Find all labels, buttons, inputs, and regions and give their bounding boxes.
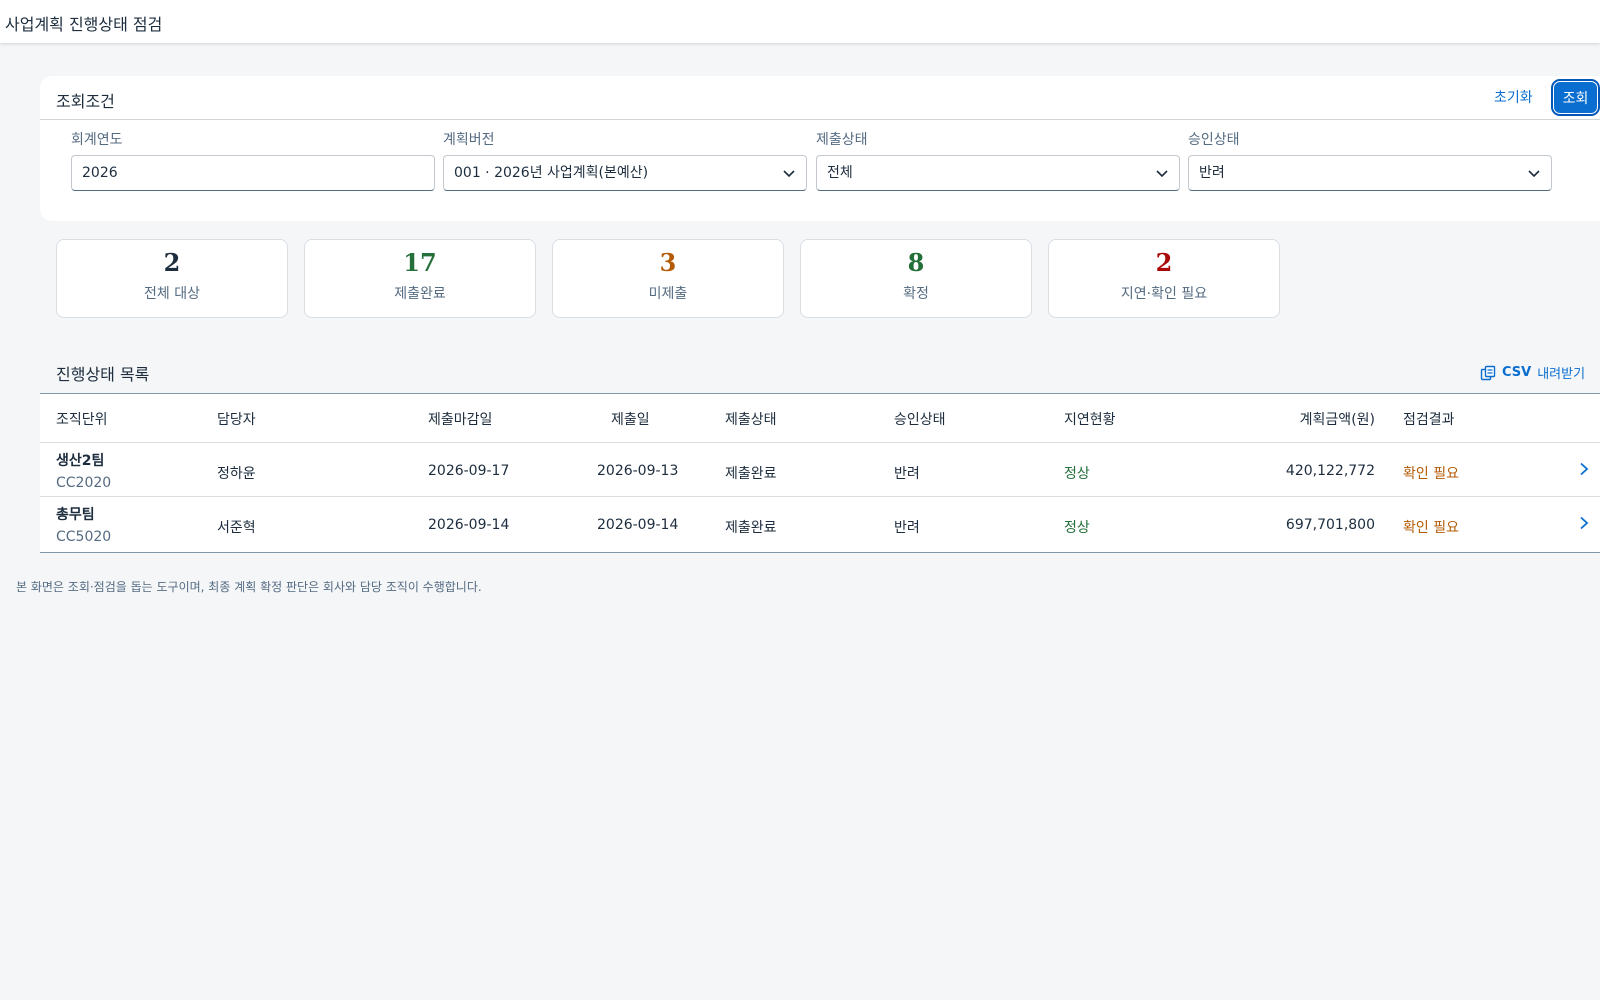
kpi-label: 미제출 [648, 286, 688, 302]
org-code: CC2020 [56, 475, 112, 491]
submitted-date: 2026-09-13 [597, 463, 679, 479]
plan-version-value: 001 · 2026년 사업계획(본예산) [454, 165, 649, 181]
submit-status: 제출완료 [725, 520, 777, 536]
deadline: 2026-09-17 [428, 463, 510, 479]
column-header[interactable]: 계획금액(원) [1300, 409, 1375, 429]
column-header[interactable]: 제출마감일 [428, 409, 492, 429]
filter-panel: 조회조건 초기화 조회 회계연도 2026 계획버전 001 · 2026년 사… [40, 76, 1600, 221]
kpi-label: 지연·확인 필요 [1120, 286, 1208, 302]
filter-title: 조회조건 [56, 92, 115, 111]
table-row[interactable]: 생산2팀 CC2020 정하윤 2026-09-17 2026-09-13 제출… [40, 443, 1600, 497]
approval-status-select[interactable]: 반려 [1188, 155, 1552, 191]
kpi-label: 확정 [903, 286, 929, 302]
kpi-label: 제출완료 [394, 286, 446, 302]
approval-status-field: 승인상태 반려 [1188, 129, 1552, 191]
search-button[interactable]: 조회 [1551, 79, 1600, 116]
app-title: 사업계획 진행상태 점검 [5, 15, 163, 34]
deadline: 2026-09-14 [428, 517, 510, 533]
owner: 정하윤 [217, 466, 256, 482]
plan-amount: 420,122,772 [1285, 463, 1375, 479]
fiscal-year-input[interactable]: 2026 [71, 155, 435, 191]
kpi-not-submitted: 3 미제출 [552, 239, 784, 318]
csv-label: CSV [1502, 365, 1532, 380]
fiscal-year-field: 회계연도 2026 [71, 129, 435, 191]
chevron-down-icon [1156, 170, 1168, 178]
plan-version-select[interactable]: 001 · 2026년 사업계획(본예산) [443, 155, 807, 191]
plan-amount: 697,701,800 [1285, 517, 1375, 533]
kpi-value: 17 [403, 248, 437, 277]
kpi-confirmed: 8 확정 [800, 239, 1032, 318]
submit-status: 제출완료 [725, 466, 777, 482]
disclaimer-text: 본 화면은 조회·점검을 돕는 도구이며, 최종 계획 확정 판단은 회사와 담… [16, 580, 482, 594]
reset-button[interactable]: 초기화 [1484, 85, 1543, 111]
chevron-right-icon[interactable] [1578, 462, 1590, 476]
column-header[interactable]: 승인상태 [894, 409, 946, 429]
list-title: 진행상태 목록 [56, 365, 150, 384]
org-name: 생산2팀 [56, 453, 105, 469]
submit-status-field: 제출상태 전체 [816, 129, 1180, 191]
fiscal-year-label: 회계연도 [71, 132, 123, 148]
approval-status-label: 승인상태 [1188, 132, 1240, 148]
plan-version-label: 계획버전 [443, 132, 495, 148]
submitted-date: 2026-09-14 [597, 517, 679, 533]
column-header[interactable]: 담당자 [217, 409, 256, 429]
chevron-down-icon [1528, 170, 1540, 178]
table-row[interactable]: 총무팀 CC5020 서준혁 2026-09-14 2026-09-14 제출완… [40, 497, 1600, 551]
spreadsheet-icon [1480, 365, 1496, 380]
csv-download-link[interactable]: CSV 내려받기 [1480, 363, 1585, 382]
org-code: CC5020 [56, 529, 112, 545]
kpi-label: 전체 대상 [144, 286, 200, 302]
check-result: 확인 필요 [1403, 520, 1459, 536]
column-header[interactable]: 조직단위 [56, 409, 108, 429]
kpi-delayed: 2 지연·확인 필요 [1048, 239, 1280, 318]
kpi-value: 8 [907, 248, 925, 277]
approval-status: 반려 [894, 520, 920, 536]
chevron-down-icon [783, 170, 795, 178]
check-result: 확인 필요 [1403, 466, 1459, 482]
chevron-right-icon[interactable] [1578, 516, 1590, 530]
table-header: 조직단위 담당자 제출마감일 제출일 제출상태 승인상태 지연현황 계획금액(원… [40, 394, 1600, 443]
column-header[interactable]: 지연현황 [1064, 409, 1116, 429]
kpi-total: 2 전체 대상 [56, 239, 288, 318]
column-header[interactable]: 제출일 [611, 409, 650, 429]
org-name: 총무팀 [56, 507, 95, 523]
kpi-value: 2 [163, 248, 181, 277]
delay-status: 정상 [1064, 466, 1090, 482]
owner: 서준혁 [217, 520, 256, 536]
submit-status-value: 전체 [827, 165, 853, 181]
submit-status-label: 제출상태 [816, 132, 868, 148]
approval-status-value: 반려 [1199, 165, 1225, 181]
column-header[interactable]: 점검결과 [1403, 409, 1455, 429]
plan-version-field: 계획버전 001 · 2026년 사업계획(본예산) [443, 129, 807, 191]
kpi-value: 2 [1155, 248, 1173, 277]
kpi-submitted: 17 제출완료 [304, 239, 536, 318]
shell-bar: 사업계획 진행상태 점검 [0, 0, 1600, 43]
filter-header: 조회조건 초기화 조회 [40, 76, 1600, 120]
column-header[interactable]: 제출상태 [725, 409, 777, 429]
csv-suffix: 내려받기 [1537, 367, 1586, 382]
status-table: 조직단위 담당자 제출마감일 제출일 제출상태 승인상태 지연현황 계획금액(원… [40, 393, 1600, 553]
submit-status-select[interactable]: 전체 [816, 155, 1180, 191]
kpi-value: 3 [659, 248, 677, 277]
approval-status: 반려 [894, 466, 920, 482]
delay-status: 정상 [1064, 520, 1090, 536]
